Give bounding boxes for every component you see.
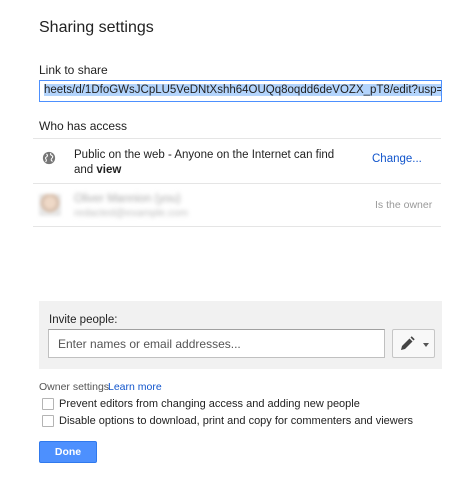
learn-more-link[interactable]: Learn more <box>108 381 162 393</box>
public-access-permission: view <box>96 164 122 176</box>
invite-people-label: Invite people: <box>49 314 118 326</box>
share-link-field[interactable]: heets/d/1DfoGWsJCpLU5VeDNtXshh64OUQq8oqd… <box>39 80 442 102</box>
globe-icon <box>42 151 56 165</box>
divider <box>33 138 441 139</box>
invite-people-input[interactable] <box>48 329 385 358</box>
pencil-icon <box>401 336 415 350</box>
link-to-share-label: Link to share <box>39 63 108 77</box>
divider <box>33 183 441 184</box>
avatar <box>39 194 61 216</box>
page-title: Sharing settings <box>39 19 154 36</box>
done-button[interactable]: Done <box>39 441 97 463</box>
prevent-editors-checkbox[interactable] <box>42 398 54 410</box>
owner-email: redacted@example.com <box>74 207 188 219</box>
owner-name: Oliver Mannion (you) <box>74 193 181 205</box>
change-access-link[interactable]: Change... <box>372 153 422 165</box>
owner-role: Is the owner <box>375 199 433 211</box>
disable-download-checkbox[interactable] <box>42 415 54 427</box>
divider <box>33 226 441 227</box>
disable-download-label[interactable]: Disable options to download, print and c… <box>59 415 413 427</box>
share-link-text[interactable]: heets/d/1DfoGWsJCpLU5VeDNtXshh64OUQq8oqd… <box>44 84 441 96</box>
public-access-description: Public on the web - Anyone on the Intern… <box>74 148 344 178</box>
owner-settings-label: Owner settings <box>39 381 110 393</box>
permission-dropdown-button[interactable] <box>392 329 435 358</box>
chevron-down-icon <box>423 343 429 347</box>
prevent-editors-label[interactable]: Prevent editors from changing access and… <box>59 398 360 410</box>
who-has-access-label: Who has access <box>39 119 128 133</box>
